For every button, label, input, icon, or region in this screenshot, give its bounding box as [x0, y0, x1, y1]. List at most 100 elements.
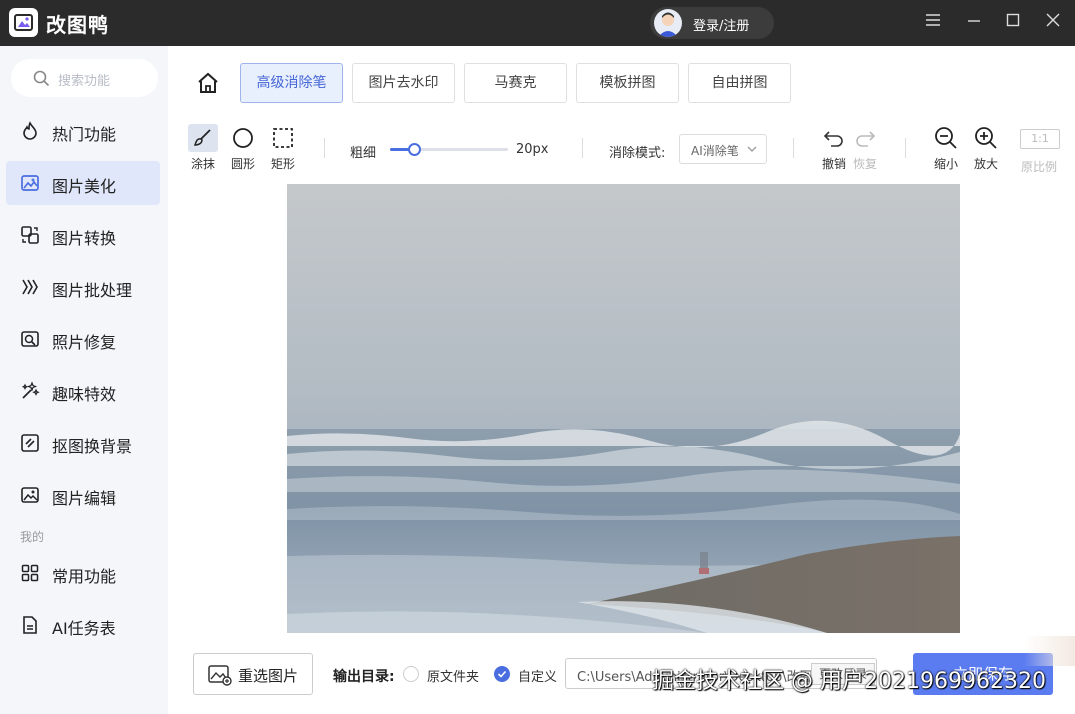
radio-custom-folder[interactable] [494, 666, 510, 682]
chevron-down-icon [747, 146, 757, 152]
sidebar-item-label: 热门功能 [52, 125, 117, 144]
sidebar-item-effects[interactable]: 趣味特效 [6, 369, 160, 413]
slider-handle[interactable] [407, 143, 421, 156]
redo-icon [856, 131, 876, 147]
person-figure [699, 552, 709, 574]
edit-icon [21, 487, 39, 503]
search-placeholder: 搜索功能 [58, 74, 111, 89]
reselect-image-icon [208, 665, 232, 686]
title-bar: 改图鸭 登录/注册 [0, 0, 1075, 46]
close-icon[interactable] [1045, 12, 1067, 34]
brush-size-label: 粗细 [350, 146, 377, 161]
reselect-label: 重选图片 [238, 667, 299, 685]
sidebar-item-label: 图片美化 [52, 177, 117, 196]
check-icon [497, 670, 507, 678]
sidebar-item-label: 图片编辑 [52, 489, 117, 508]
rect-select-icon [273, 128, 293, 148]
sidebar-item-hot[interactable]: 热门功能 [6, 109, 160, 153]
brush-icon [193, 129, 211, 146]
zoom-out-icon [935, 127, 957, 149]
erase-mode-select[interactable]: AI消除笔 [679, 134, 767, 164]
undo-icon [823, 131, 843, 147]
grid-icon [21, 564, 39, 582]
ratio-icon: 1:1 [1020, 129, 1060, 149]
tool-label: 矩形 [270, 157, 295, 171]
sidebar-item-ai-tasks[interactable]: AI任务表 [6, 603, 160, 647]
sidebar-item-label: 图片批处理 [52, 281, 133, 300]
menu-icon[interactable] [925, 12, 947, 34]
image-canvas[interactable] [287, 184, 960, 633]
brush-size-value: 20px [516, 142, 549, 157]
effects-icon [21, 381, 40, 399]
repair-icon [21, 331, 39, 347]
app-title: 改图鸭 [46, 13, 109, 37]
divider [582, 138, 583, 158]
tool-label: 涂抹 [190, 157, 215, 171]
redo-label: 恢复 [852, 157, 877, 171]
home-icon[interactable] [196, 72, 220, 94]
avatar [654, 9, 682, 37]
sidebar-item-label: AI任务表 [52, 619, 116, 638]
convert-icon [21, 226, 39, 244]
watermark-text: 掘金技术社区 @ 用户2021969962320 [652, 669, 1046, 694]
hot-icon [23, 121, 37, 140]
divider [793, 138, 794, 158]
sidebar-item-label: 图片转换 [52, 229, 117, 248]
brush-size-slider[interactable] [390, 143, 508, 156]
radio-original-folder[interactable] [403, 666, 419, 682]
tool-rect[interactable]: 矩形 [265, 124, 301, 172]
app-logo-icon [9, 8, 38, 37]
divider [905, 138, 906, 158]
sidebar-item-frequent[interactable]: 常用功能 [6, 551, 160, 595]
sidebar: 搜索功能 热门功能 图片美化 图片转换 图片批处理 照片修复 趣味特效 抠图换背… [0, 46, 168, 714]
image-beautify-icon [21, 175, 39, 191]
cutout-icon [21, 434, 39, 452]
editor-toolbar: 涂抹 圆形 矩形 粗细 20px 消除模式: AI消除笔 撤销 恢复 缩小 放大… [168, 118, 1075, 182]
redo-button[interactable]: 恢复 [847, 124, 883, 172]
zoom-out-label: 缩小 [933, 157, 958, 171]
sidebar-item-label: 抠图换背景 [52, 437, 133, 456]
sidebar-item-label: 趣味特效 [52, 385, 117, 404]
tab-remove-watermark[interactable]: 图片去水印 [352, 63, 455, 103]
zoom-in-icon [975, 127, 997, 149]
zoom-out-button[interactable]: 缩小 [928, 124, 964, 172]
sidebar-item-label: 常用功能 [52, 567, 117, 586]
sidebar-item-image-beautify[interactable]: 图片美化 [6, 161, 160, 205]
zoom-in-button[interactable]: 放大 [968, 124, 1004, 172]
tab-mosaic[interactable]: 马赛克 [464, 63, 567, 103]
login-label: 登录/注册 [693, 19, 750, 34]
erase-mode-value: AI消除笔 [691, 144, 739, 158]
minimize-icon[interactable] [966, 12, 988, 34]
search-icon [33, 70, 50, 87]
sidebar-item-repair[interactable]: 照片修复 [6, 317, 160, 361]
reselect-image-button[interactable]: 重选图片 [193, 653, 313, 695]
task-list-icon [23, 616, 37, 634]
circle-icon [233, 128, 253, 148]
beach-photo [287, 184, 960, 633]
sidebar-item-cutout[interactable]: 抠图换背景 [6, 421, 160, 465]
radio-custom-label: 自定义 [518, 670, 558, 685]
search-input[interactable]: 搜索功能 [11, 59, 158, 97]
tool-label: 圆形 [230, 157, 255, 171]
feature-tabs: 高级消除笔 图片去水印 马赛克 模板拼图 自由拼图 [168, 46, 1075, 118]
sidebar-item-convert[interactable]: 图片转换 [6, 213, 160, 257]
zoom-in-label: 放大 [973, 157, 998, 171]
batch-icon [22, 279, 38, 295]
erase-mode-label: 消除模式: [609, 146, 666, 161]
tab-free-collage[interactable]: 自由拼图 [688, 63, 791, 103]
login-button[interactable]: 登录/注册 [650, 7, 774, 39]
divider [324, 138, 325, 158]
tool-circle[interactable]: 圆形 [225, 124, 261, 172]
sidebar-item-batch[interactable]: 图片批处理 [6, 265, 160, 309]
section-label-mine: 我的 [20, 530, 45, 544]
tab-template-collage[interactable]: 模板拼图 [576, 63, 679, 103]
radio-original-label: 原文件夹 [427, 670, 480, 685]
output-dir-label: 输出目录: [333, 669, 395, 685]
maximize-icon[interactable] [1005, 12, 1027, 34]
sidebar-item-label: 照片修复 [52, 333, 117, 352]
decorative-shade [1024, 636, 1075, 666]
tab-advanced-eraser[interactable]: 高级消除笔 [240, 63, 343, 103]
tool-brush[interactable]: 涂抹 [185, 124, 221, 172]
sidebar-item-edit[interactable]: 图片编辑 [6, 473, 160, 517]
original-ratio-label: 原比例 [1021, 160, 1058, 174]
